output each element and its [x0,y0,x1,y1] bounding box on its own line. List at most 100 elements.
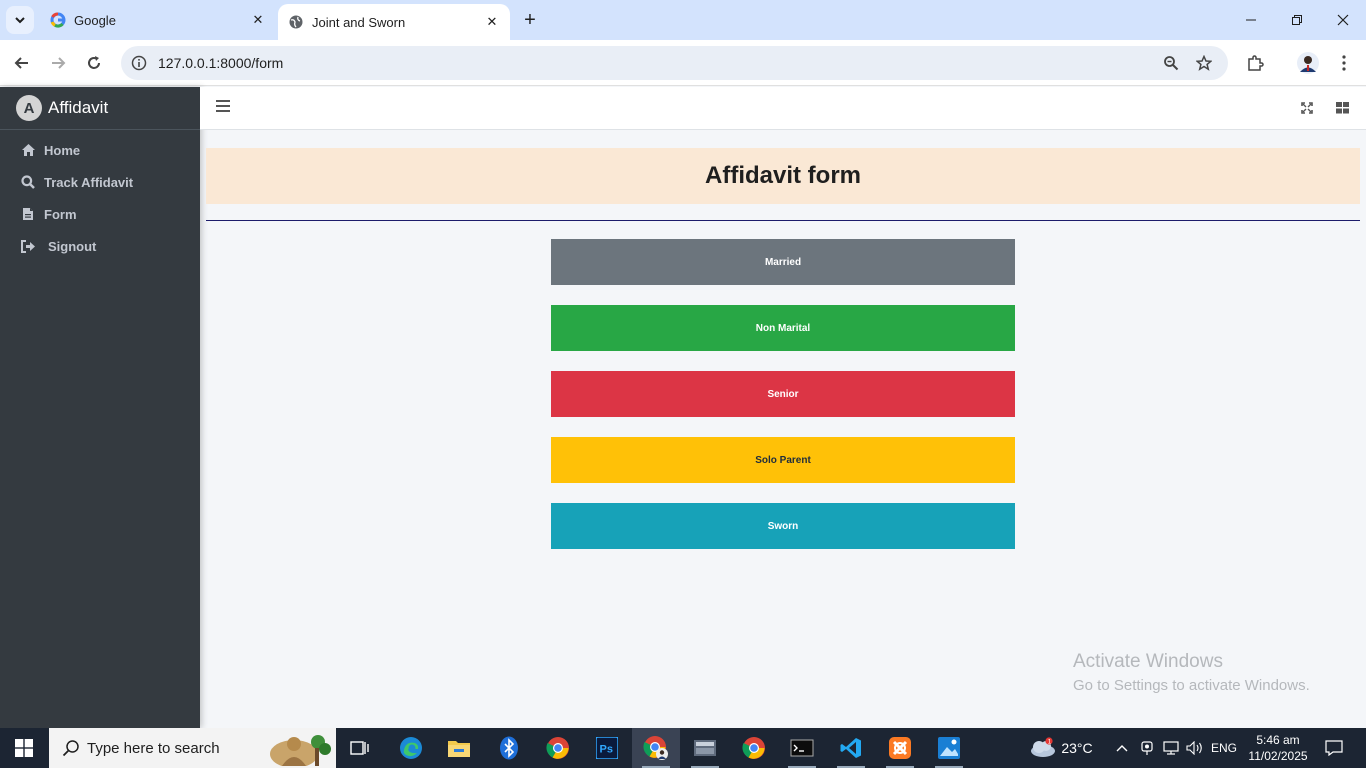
taskbar-chrome-profile[interactable] [632,728,680,768]
url-text: 127.0.0.1:8000/form [158,55,284,71]
taskbar-terminal[interactable] [778,728,826,768]
sworn-button[interactable]: Sworn [551,503,1015,549]
taskbar-xampp[interactable] [876,728,924,768]
taskbar-photoshop[interactable]: Ps [583,728,631,768]
profile-avatar[interactable] [1293,48,1323,78]
task-view-button[interactable] [336,728,384,768]
extensions-button[interactable] [1240,48,1270,78]
page-header-banner: Affidavit form [206,148,1360,204]
chrome-icon [742,737,765,759]
married-button[interactable]: Married [551,239,1015,285]
back-button[interactable] [7,48,37,78]
close-window-button[interactable] [1320,0,1366,40]
clock-time: 5:46 am [1256,733,1300,747]
search-placeholder: Type here to search [87,739,220,757]
signout-icon [20,238,36,254]
window-app-icon [694,740,716,756]
close-icon [1337,14,1349,26]
avatar-icon [1297,52,1319,74]
sidebar-item-label: Form [44,206,77,222]
folder-icon [448,741,470,757]
photos-icon [938,737,960,759]
start-button[interactable] [0,728,48,768]
close-icon[interactable]: ✕ [480,10,504,34]
watermark-title: Activate Windows [1073,651,1223,672]
chrome-profile-icon [643,736,668,760]
clock[interactable]: 5:46 am 11/02/2025 [1246,728,1310,768]
vscode-icon [840,738,861,758]
arrow-right-icon [52,57,66,69]
reload-button[interactable] [79,48,109,78]
taskbar-file-explorer[interactable] [435,728,483,768]
brand-link[interactable]: A Affidavit [0,87,200,130]
restore-icon [1292,15,1302,25]
non-marital-button[interactable]: Non Marital [551,305,1015,351]
meet-now-icon[interactable] [1138,728,1156,768]
network-icon[interactable] [1160,728,1182,768]
puzzle-icon [1248,55,1264,71]
top-navbar [200,87,1366,130]
hamburger-menu-icon[interactable] [216,100,230,114]
sidebar-item-signout[interactable]: Signout [0,230,200,262]
taskbar-bluetooth[interactable] [485,728,533,768]
arrow-left-icon [14,57,28,69]
page-title: Affidavit form [705,162,861,189]
activate-windows-watermark: Activate Windows Go to Settings to activ… [1073,651,1310,694]
photoshop-icon: Ps [596,737,618,759]
search-icon [20,174,36,190]
watermark-subtitle: Go to Settings to activate Windows. [1073,677,1310,694]
site-info-icon[interactable] [129,53,149,73]
more-vertical-icon [1342,55,1346,71]
sidebar-item-label: Track Affidavit [44,174,134,190]
google-icon [50,12,66,28]
file-icon [20,206,36,222]
chrome-menu-button[interactable] [1329,48,1359,78]
chevron-down-icon [15,17,25,24]
taskbar-chrome[interactable] [534,728,582,768]
minimize-button[interactable] [1228,0,1274,40]
close-icon[interactable]: ✕ [246,8,270,32]
language-indicator[interactable]: ENG [1208,728,1240,768]
volume-icon[interactable] [1184,728,1206,768]
taskbar-chrome-2[interactable] [730,728,778,768]
address-bar[interactable]: 127.0.0.1:8000/form [121,46,1228,80]
header-divider [206,220,1360,221]
zoom-icon[interactable] [1159,51,1183,75]
taskbar-app-window[interactable] [681,728,729,768]
notification-center-icon[interactable] [1318,728,1350,768]
sidebar-item-home[interactable]: Home [0,134,200,166]
tab-joint-and-sworn[interactable]: Joint and Sworn ✕ [278,4,510,40]
bookmark-star-icon[interactable] [1192,51,1216,75]
browser-tab-strip: Google ✕ Joint and Sworn ✕ + [0,0,1366,40]
globe-icon [288,14,304,30]
chevron-up-icon[interactable] [1112,728,1132,768]
brand-text: Affidavit [48,98,109,117]
taskbar-search-box[interactable]: Type here to search [49,728,336,768]
search-icon [61,738,81,758]
sidebar-nav: Home Track Affidavit Form Signout [0,130,200,262]
restore-button[interactable] [1274,0,1320,40]
terminal-icon [790,739,814,757]
bluetooth-icon [500,736,518,760]
taskbar-edge[interactable] [387,728,435,768]
senior-button[interactable]: Senior [551,371,1015,417]
sidebar: A Affidavit Home Track Affidavit Form Si… [0,87,200,728]
taskbar-vscode[interactable] [827,728,875,768]
edge-icon [400,737,422,759]
tab-search-button[interactable] [6,6,34,34]
solo-parent-button[interactable]: Solo Parent [551,437,1015,483]
sidebar-item-label: Home [44,142,81,158]
sidebar-item-form[interactable]: Form [0,198,200,230]
weather-temperature[interactable]: 23°C [1060,728,1094,768]
weather-widget-icon[interactable]: 1 [1028,728,1058,768]
tab-google[interactable]: Google ✕ [40,0,276,40]
grid-apps-icon[interactable] [1333,99,1351,117]
tab-title: Google [74,12,116,28]
taskbar-photos[interactable] [925,728,973,768]
sidebar-item-track-affidavit[interactable]: Track Affidavit [0,166,200,198]
forward-button[interactable] [43,48,73,78]
fullscreen-icon[interactable] [1298,99,1316,117]
minimize-icon [1246,19,1256,21]
new-tab-button[interactable]: + [518,8,542,32]
reload-icon [88,56,100,69]
